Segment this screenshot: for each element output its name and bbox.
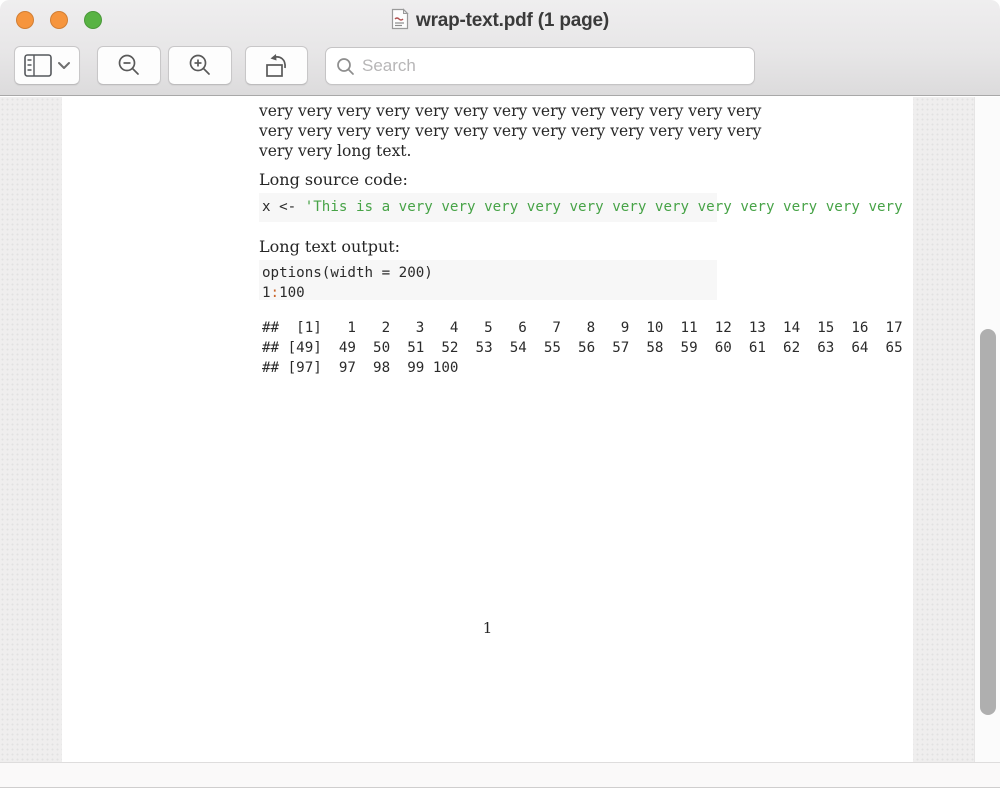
- titlebar: wrap-text.pdf (1 page): [0, 8, 1000, 34]
- code-string: 'This is a very very very very very very…: [305, 199, 903, 215]
- rotate-left-button[interactable]: [245, 46, 308, 85]
- body-text-line: very very long text.: [259, 141, 411, 161]
- code-options-line: options(width = 200): [262, 263, 433, 283]
- zoom-out-icon: [116, 53, 142, 79]
- code-sequence-line: 1:100: [262, 283, 305, 303]
- sidebar-toggle-button[interactable]: [14, 46, 80, 85]
- chevron-down-icon: [59, 63, 69, 68]
- code-prefix: x <-: [262, 199, 305, 215]
- body-text-line: very very very very very very very very …: [259, 101, 761, 121]
- content-area: very very very very very very very very …: [0, 97, 1000, 762]
- search-field: [325, 47, 755, 85]
- window-title: wrap-text.pdf (1 page): [416, 10, 609, 32]
- body-text-line: very very very very very very very very …: [259, 121, 761, 141]
- zoom-in-button[interactable]: [168, 46, 232, 85]
- document-icon: [391, 8, 409, 35]
- pdf-page: very very very very very very very very …: [62, 97, 913, 762]
- sidebar-icon: [23, 53, 71, 79]
- zoom-out-button[interactable]: [97, 46, 161, 85]
- heading-long-source-code: Long source code:: [259, 170, 408, 190]
- bottom-bar: [0, 762, 1000, 788]
- preview-window: wrap-text.pdf (1 page): [0, 0, 1000, 788]
- zoom-in-icon: [187, 53, 213, 79]
- search-input[interactable]: [362, 56, 744, 76]
- vertical-scrollbar-track[interactable]: [974, 97, 1000, 762]
- source-code-line: x <- 'This is a very very very very very…: [262, 197, 903, 217]
- heading-long-text-output: Long text output:: [259, 237, 400, 257]
- output-line: ## [49] 49 50 51 52 53 54 55 56 57 58 59…: [262, 338, 903, 358]
- code-number: 1: [262, 285, 271, 301]
- code-operator: :: [271, 285, 280, 301]
- page-number: 1: [62, 618, 913, 638]
- vertical-scrollbar-thumb[interactable]: [980, 329, 996, 715]
- search-icon: [336, 57, 355, 76]
- code-number: 100: [279, 285, 305, 301]
- rotate-left-icon: [260, 51, 294, 81]
- window-header: wrap-text.pdf (1 page): [0, 0, 1000, 96]
- output-line: ## [97] 97 98 99 100: [262, 358, 458, 378]
- output-line: ## [1] 1 2 3 4 5 6 7 8 9 10 11 12 13 14 …: [262, 318, 903, 338]
